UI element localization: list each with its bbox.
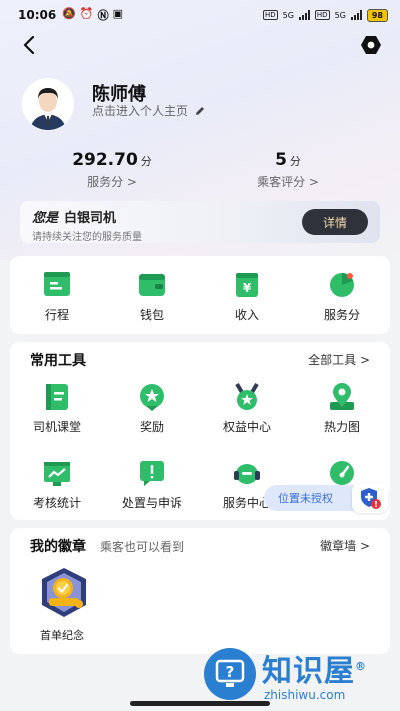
tool-label: 考核统计 xyxy=(32,496,81,510)
wallet-icon: ▣ xyxy=(112,7,124,20)
trip-icon xyxy=(44,272,70,296)
passenger-rating-unit: 分 xyxy=(289,155,301,168)
classroom-icon xyxy=(46,384,68,410)
driver-level-card[interactable]: 您是 白银司机 请持续关注您的服务质量 详情 xyxy=(20,201,380,243)
service-score-value: 292.70 xyxy=(72,150,138,170)
passenger-rating-value: 5 xyxy=(275,150,287,170)
level-detail-button[interactable]: 详情 xyxy=(302,209,368,235)
safety-shield-button[interactable] xyxy=(352,483,388,513)
battery-indicator: 98 xyxy=(366,8,388,22)
tool-appeal[interactable]: 处置与申诉 xyxy=(112,458,192,511)
passenger-rating-label: 乘客评分 > xyxy=(257,175,319,189)
income-label: 收入 xyxy=(234,308,259,322)
level-prefix: 您是 xyxy=(32,211,59,226)
status-bar: 10:06 🔕 ⏰ Ⓝ ▣ HD 5G HD 5G 98 xyxy=(0,0,400,30)
benefits-icon xyxy=(235,382,259,410)
tool-driver-classroom[interactable]: 司机课堂 xyxy=(17,382,97,435)
level-name: 白银司机 xyxy=(64,211,117,226)
first-order-medal-icon xyxy=(42,568,86,617)
tools-title: 常用工具 xyxy=(30,353,86,369)
service-score-unit: 分 xyxy=(140,155,152,168)
tool-heatmap[interactable]: 热力图 xyxy=(302,382,382,435)
back-button[interactable] xyxy=(18,34,40,56)
badges-subtitle: 乘客也可以看到 xyxy=(100,540,185,554)
tool-label: 权益中心 xyxy=(222,420,271,434)
appeal-icon xyxy=(140,461,164,486)
watermark-site: zhishiwu.com xyxy=(264,688,346,702)
home-indicator[interactable] xyxy=(130,701,270,706)
avatar[interactable] xyxy=(22,78,74,130)
signal-icon xyxy=(298,10,310,20)
watermark-logo: ? xyxy=(204,648,256,700)
chevron-left-icon xyxy=(23,36,35,54)
notification-off-icon: 🔕 xyxy=(62,7,76,20)
trip-label: 行程 xyxy=(44,308,69,322)
profile-link[interactable]: 点击进入个人主页 xyxy=(92,102,206,119)
tool-label: 司机课堂 xyxy=(32,420,81,434)
hd-indicator-2: HD xyxy=(314,10,330,20)
tool-label: 处置与申诉 xyxy=(121,496,182,510)
status-time: 10:06 xyxy=(18,8,57,22)
service-score-button[interactable]: 服务分 xyxy=(302,270,382,323)
income-button[interactable]: ¥ 收入 xyxy=(207,270,287,323)
shield-icon xyxy=(361,488,381,509)
quick-actions-card: 行程 钱包 ¥ 收入 服务分 xyxy=(10,256,390,334)
nfc-icon: Ⓝ xyxy=(97,9,109,22)
question-monitor-icon: ? xyxy=(215,659,245,687)
gear-icon xyxy=(361,36,381,54)
tool-assessment-stats[interactable]: 考核统计 xyxy=(17,458,97,511)
wallet-button[interactable]: 钱包 xyxy=(112,270,192,323)
first-order-badge[interactable] xyxy=(36,566,92,620)
tool-reward[interactable]: 奖励 xyxy=(112,382,192,435)
profile-link-label: 点击进入个人主页 xyxy=(92,104,189,118)
passenger-rating-stat[interactable]: 5分 乘客评分 > xyxy=(238,150,338,190)
watermark-title: 知识屋® xyxy=(262,654,367,689)
badge-wall-link[interactable]: 徽章墙 > xyxy=(320,537,370,554)
settings-button[interactable] xyxy=(360,34,382,56)
all-tools-link[interactable]: 全部工具 > xyxy=(308,351,370,368)
pencil-icon xyxy=(196,106,205,115)
svg-text:¥: ¥ xyxy=(243,281,252,295)
network-type-2: 5G xyxy=(334,10,346,20)
dashboard-icon xyxy=(330,461,354,485)
location-unauthorized-tip[interactable]: 位置未授权 xyxy=(264,485,364,511)
service-score-label: 服务分 xyxy=(323,308,360,322)
service-center-icon xyxy=(234,464,260,484)
service-score-stat[interactable]: 292.70 分 服务分 > xyxy=(62,150,162,190)
service-score-label: 服务分 > xyxy=(87,175,137,189)
first-order-badge-label: 首单纪念 xyxy=(40,629,84,642)
income-icon: ¥ xyxy=(236,273,258,297)
svg-text:?: ? xyxy=(226,663,235,681)
tool-label: 热力图 xyxy=(323,420,360,434)
heatmap-icon xyxy=(330,383,354,410)
network-type: 5G xyxy=(282,10,294,20)
tool-benefits-center[interactable]: 权益中心 xyxy=(207,382,287,435)
badges-title: 我的徽章 xyxy=(30,539,86,555)
alarm-icon: ⏰ xyxy=(79,7,94,20)
assessment-icon xyxy=(44,462,70,486)
signal-icon-2 xyxy=(350,10,362,20)
wallet-label: 钱包 xyxy=(139,308,164,322)
hd-indicator: HD xyxy=(262,10,278,20)
reward-icon xyxy=(140,384,164,411)
driver-avatar-icon xyxy=(22,78,74,130)
tool-label: 奖励 xyxy=(139,420,164,434)
service-score-icon xyxy=(330,273,354,297)
trip-button[interactable]: 行程 xyxy=(17,270,97,323)
wallet-icon xyxy=(139,274,165,296)
